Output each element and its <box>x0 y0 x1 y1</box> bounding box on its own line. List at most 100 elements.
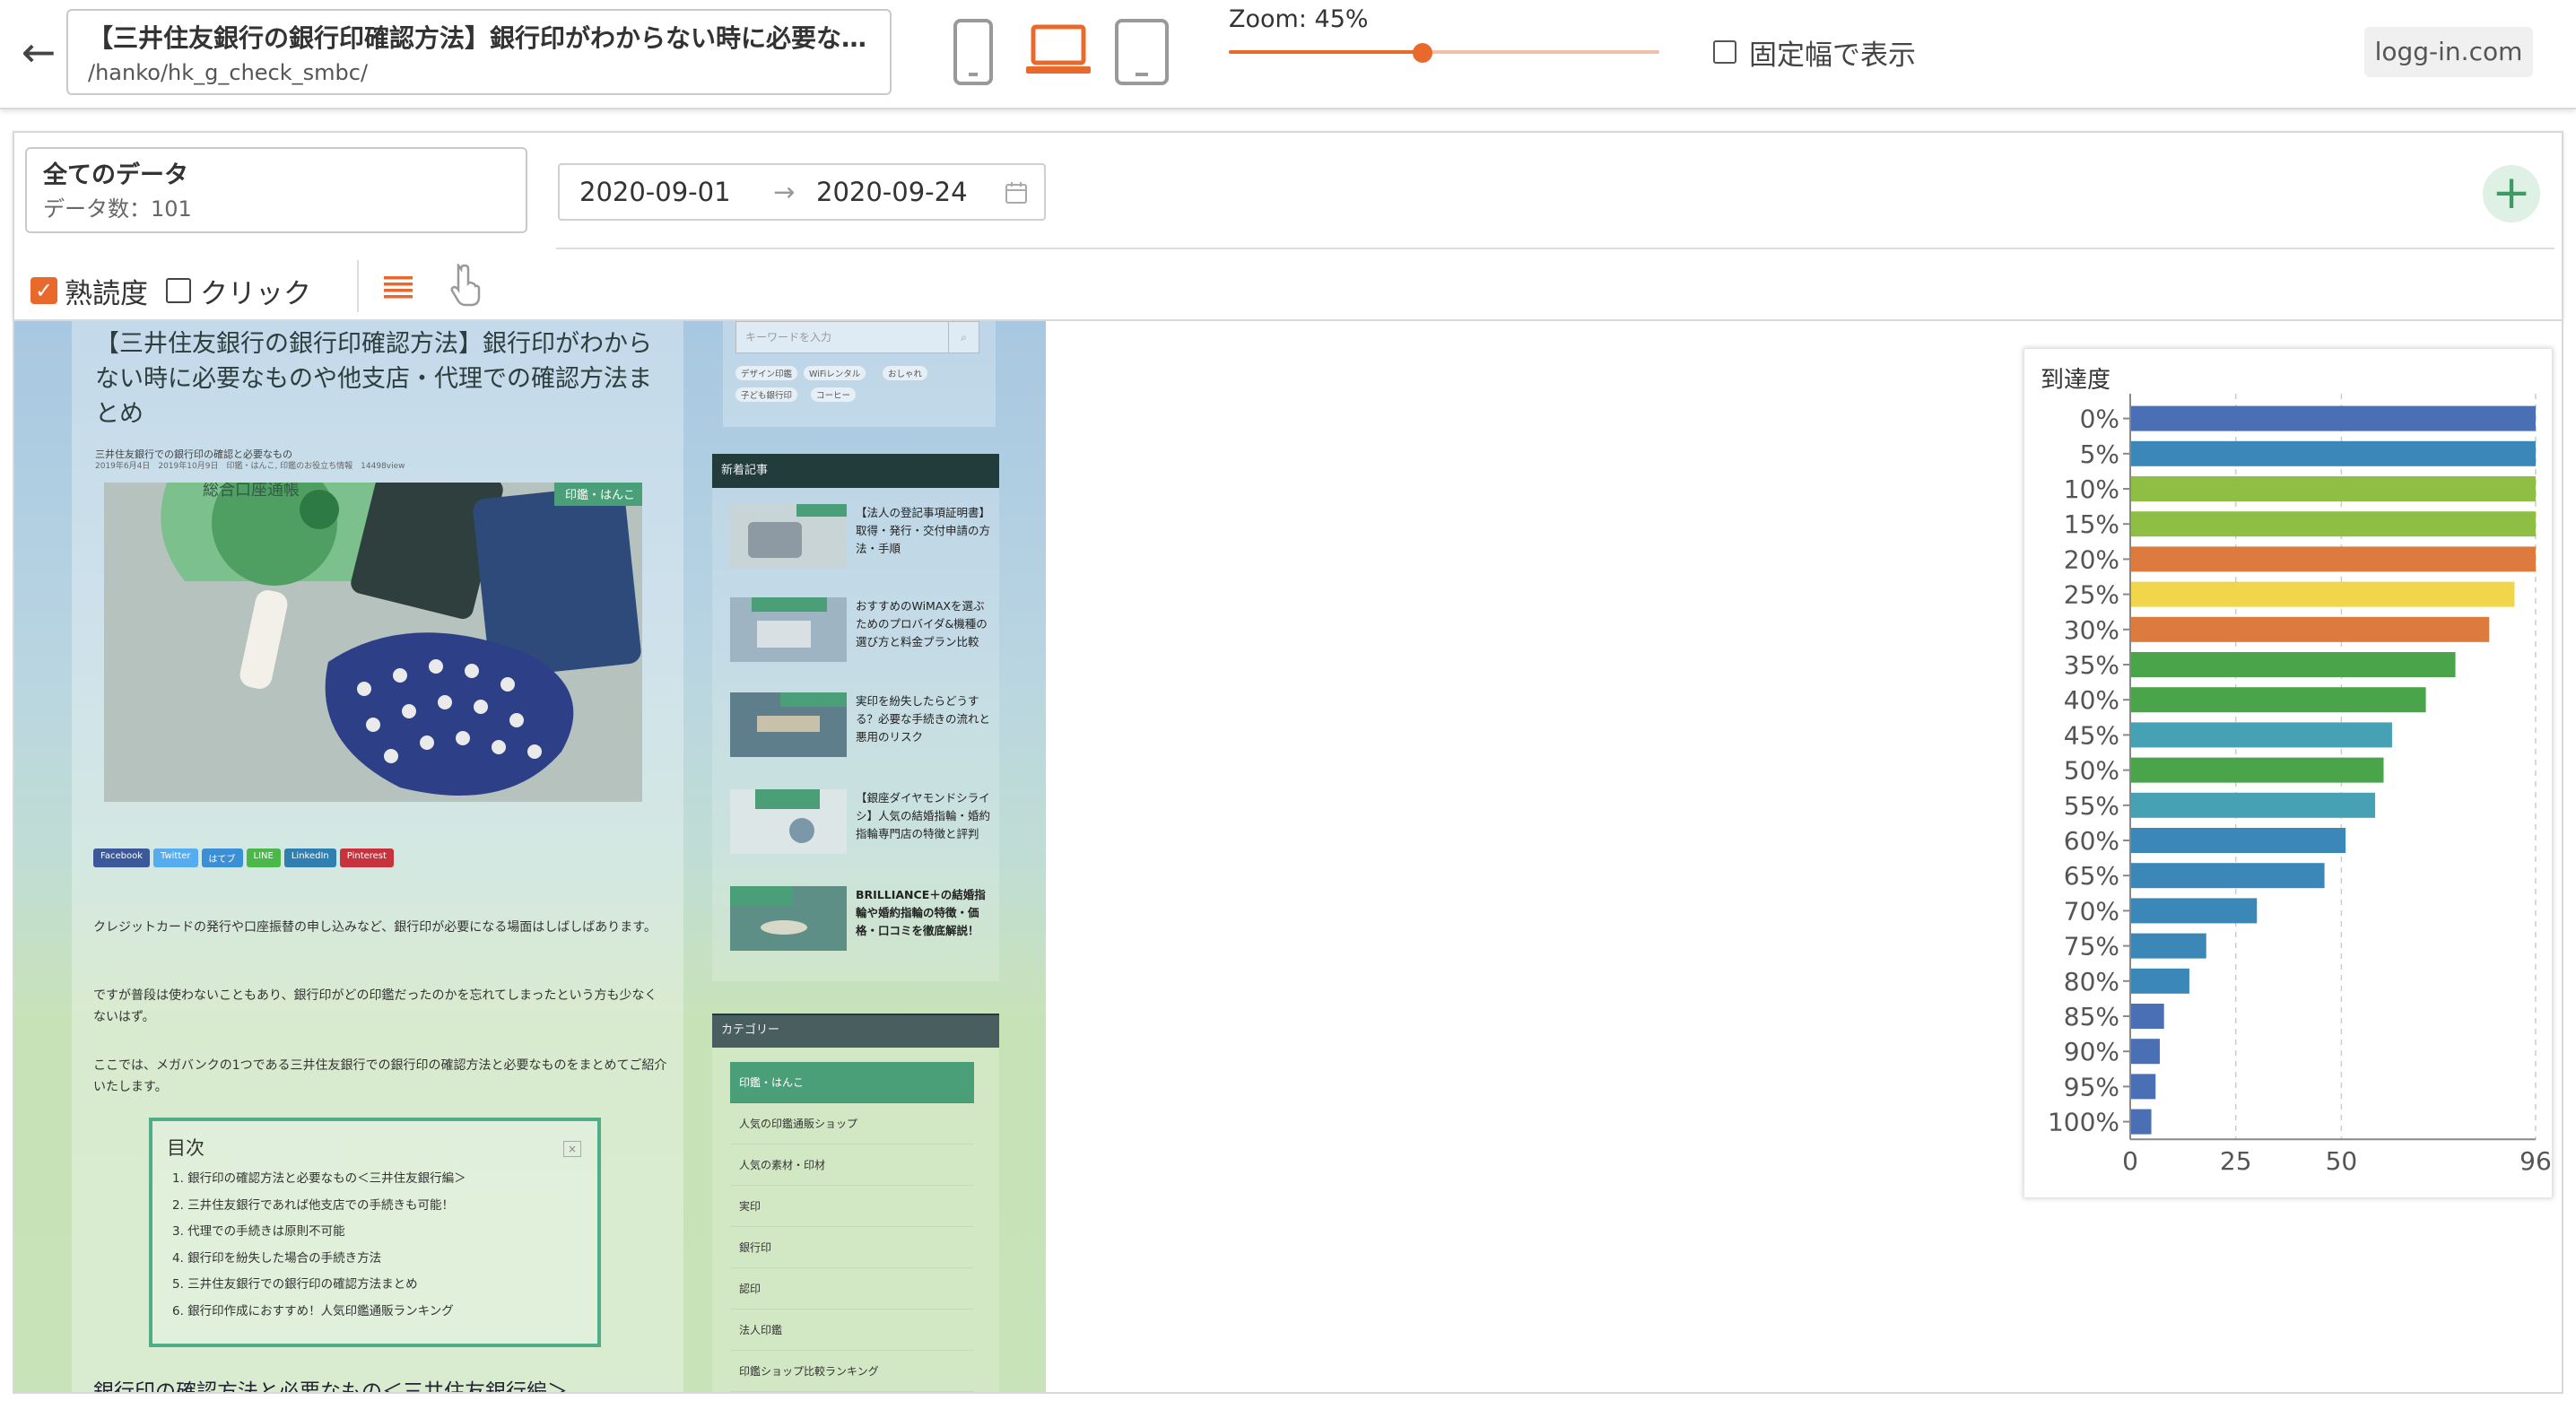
y-tick-label: 5% <box>2080 439 2119 469</box>
new-post-item[interactable]: BRILLIANCE＋の結婚指輪や婚約指輪の特徴・価格・口コミを徹底解説！ <box>730 886 990 958</box>
new-post-item[interactable]: 実印を紛失したらどうする？必要な手続きの流れと悪用のリスク <box>730 692 990 764</box>
y-tick-label: 90% <box>2064 1037 2119 1066</box>
add-button[interactable]: + <box>2483 165 2540 222</box>
tag[interactable]: コーヒー <box>811 387 857 402</box>
new-post-item[interactable]: 【銀座ダイヤモンドシライシ】人気の結婚指輪・婚約指輪専門店の特徴と評判 <box>730 789 990 861</box>
reach-chart: 到達度 0 25 50 96 0% 5% 10% 15% 20% 25% 30% 35% 40% 45% 5… <box>2023 348 2553 1198</box>
bar[interactable] <box>2131 476 2536 501</box>
tag[interactable]: デザイン印鑑 <box>735 366 798 380</box>
search-icon[interactable]: ⌕ <box>948 322 979 352</box>
bar[interactable] <box>2131 546 2536 572</box>
new-post-title: BRILLIANCE＋の結婚指輪や婚約指輪の特徴・価格・口コミを徹底解説！ <box>856 888 986 937</box>
bar[interactable] <box>2131 511 2536 537</box>
bar[interactable] <box>2131 1074 2156 1100</box>
tag[interactable]: 子ども銀行印 <box>735 387 798 402</box>
category-item[interactable]: 人気の印鑑通販ショップ <box>730 1103 974 1144</box>
bar[interactable] <box>2131 616 2490 642</box>
click-label[interactable]: クリック <box>200 271 311 311</box>
heat-checkbox[interactable]: ✓ <box>30 277 57 304</box>
tag[interactable]: おしゃれ <box>883 366 928 380</box>
toc-item[interactable]: 3. 代理での手続きは原則不可能 <box>167 1219 583 1246</box>
category-item[interactable]: 銀行印 <box>730 1227 974 1268</box>
zoom-slider[interactable] <box>1229 43 1659 63</box>
fixed-width-checkbox[interactable] <box>1713 40 1736 64</box>
new-post-item[interactable]: おすすめのWiMAXを選ぶためのプロバイダ&機種の選び方と料金プラン比較 <box>730 597 990 669</box>
bar[interactable] <box>2131 440 2536 466</box>
toc-item[interactable]: 5. 三井住友銀行での銀行印の確認方法まとめ <box>167 1272 583 1299</box>
date-end[interactable]: 2020-09-24 <box>816 165 968 219</box>
category-item[interactable]: 実印 <box>730 1186 974 1227</box>
bar[interactable] <box>2131 792 2376 818</box>
hero-image: 総合口座通帳 印鑑・はんこ <box>104 483 642 802</box>
bar[interactable] <box>2131 933 2206 959</box>
toc-toggle-icon[interactable]: × <box>563 1141 581 1157</box>
bar[interactable] <box>2131 968 2189 994</box>
category-item[interactable]: 印鑑・はんこ <box>730 1062 974 1103</box>
hand-pointer-icon[interactable] <box>448 264 484 309</box>
calendar-icon[interactable] <box>1005 181 1028 204</box>
zoom-slider-fill <box>1229 50 1423 54</box>
bar[interactable] <box>2131 652 2456 677</box>
x-tick-label: 96 <box>2519 1146 2552 1176</box>
y-tick-label: 45% <box>2064 720 2119 750</box>
bar[interactable] <box>2131 828 2346 853</box>
share-facebook-button[interactable]: Facebook <box>93 848 150 867</box>
back-arrow-icon[interactable]: ← <box>16 27 61 77</box>
new-post-title: 【銀座ダイヤモンドシライシ】人気の結婚指輪・婚約指輪専門店の特徴と評判 <box>856 791 991 840</box>
zoom-label: Zoom: 45% <box>1229 5 1369 33</box>
category-item[interactable]: 法人印鑑 <box>730 1310 974 1351</box>
y-tick-label: 25% <box>2064 580 2119 610</box>
section-heading: 銀行印の確認方法と必要なもの＜三井住友銀行編＞ <box>93 1380 568 1394</box>
laptop-icon[interactable] <box>1024 22 1092 81</box>
tag[interactable]: WiFiレンタル <box>804 366 866 380</box>
bar[interactable] <box>2131 722 2392 748</box>
y-tick-label: 40% <box>2064 685 2119 715</box>
bar[interactable] <box>2131 1109 2152 1135</box>
smartphone-icon[interactable] <box>951 18 996 86</box>
new-posts-heading: 新着記事 <box>712 454 999 488</box>
category-item[interactable]: 認印 <box>730 1268 974 1310</box>
bar[interactable] <box>2131 1039 2160 1065</box>
y-tick-label: 65% <box>2064 861 2119 891</box>
sidebar-search-input[interactable]: キーワードを入力 ⌕ <box>735 321 979 353</box>
share-linkedin-button[interactable]: LinkedIn <box>283 848 336 867</box>
toc-item[interactable]: 1. 銀行印の確認方法と必要なもの＜三井住友銀行編＞ <box>167 1166 583 1193</box>
category-item[interactable]: 印鑑ショップ比較ランキング <box>730 1351 974 1392</box>
heat-label[interactable]: 熟読度 <box>65 271 148 311</box>
bar[interactable] <box>2131 405 2536 431</box>
article-paragraph: ですが普段は使わないこともあり、銀行印がどの印鑑だったのかを忘れてしまったという… <box>93 988 657 1024</box>
dataset-count: データ数：101 <box>43 196 192 222</box>
category-item[interactable]: 人気の素材・印材 <box>730 1144 974 1186</box>
page-selector[interactable]: 【三井住友銀行の銀行印確認方法】銀行印がわからない時に必要なものや他支店・代理で… <box>66 9 892 95</box>
zoom-slider-knob[interactable] <box>1413 43 1432 63</box>
new-post-item[interactable]: 【法人の登記事項証明書】取得・発行・交付申請の方法・手順 <box>730 504 990 576</box>
bar[interactable] <box>2131 581 2515 607</box>
heatmap-view: 【三井住友銀行の銀行印確認方法】銀行印がわからない時に必要なものや他支店・代理で… <box>13 321 2563 1394</box>
share-hatena-button[interactable]: はてブ <box>201 848 243 867</box>
tablet-icon[interactable] <box>1112 18 1171 86</box>
dataset-selector[interactable]: 全てのデータ データ数：101 <box>25 147 527 233</box>
site-badge[interactable]: logg-in.com <box>2364 27 2533 77</box>
bar[interactable] <box>2131 687 2426 713</box>
sidebar-search: キーワードを入力 ⌕ デザイン印鑑 WiFiレンタル おしゃれ 子ども銀行印 コ… <box>723 321 996 427</box>
x-tick-label: 0 <box>2122 1146 2138 1176</box>
bar[interactable] <box>2131 757 2384 783</box>
heatmap-overlay: 【三井住友銀行の銀行印確認方法】銀行印がわからない時に必要なものや他支店・代理で… <box>14 321 1046 1394</box>
fixed-width-toggle[interactable]: 固定幅で表示 <box>1713 34 1916 72</box>
toc-item[interactable]: 4. 銀行印を紛失した場合の手続き方法 <box>167 1246 583 1273</box>
toc-item[interactable]: 2. 三井住友銀行であれば他支店での手続きも可能！ <box>167 1193 583 1220</box>
share-line-button[interactable]: LINE <box>246 848 281 867</box>
article-paragraph: ここでは、メガバンクの1つである三井住友銀行での銀行印の確認方法と必要なものをま… <box>93 1058 667 1094</box>
y-tick-label: 15% <box>2064 509 2119 539</box>
list-icon[interactable] <box>382 271 414 303</box>
click-checkbox[interactable] <box>166 278 191 303</box>
toc-item[interactable]: 6. 銀行印作成におすすめ！人気印鑑通販ランキング <box>167 1299 583 1326</box>
date-start[interactable]: 2020-09-01 <box>579 165 731 219</box>
bar[interactable] <box>2131 863 2325 889</box>
y-tick-label: 95% <box>2064 1072 2119 1101</box>
bar[interactable] <box>2131 898 2258 924</box>
date-range-picker[interactable]: 2020-09-01 → 2020-09-24 <box>558 163 1046 221</box>
share-pinterest-button[interactable]: Pinterest <box>339 848 394 867</box>
share-twitter-button[interactable]: Twitter <box>153 848 198 867</box>
bar[interactable] <box>2131 1004 2164 1029</box>
